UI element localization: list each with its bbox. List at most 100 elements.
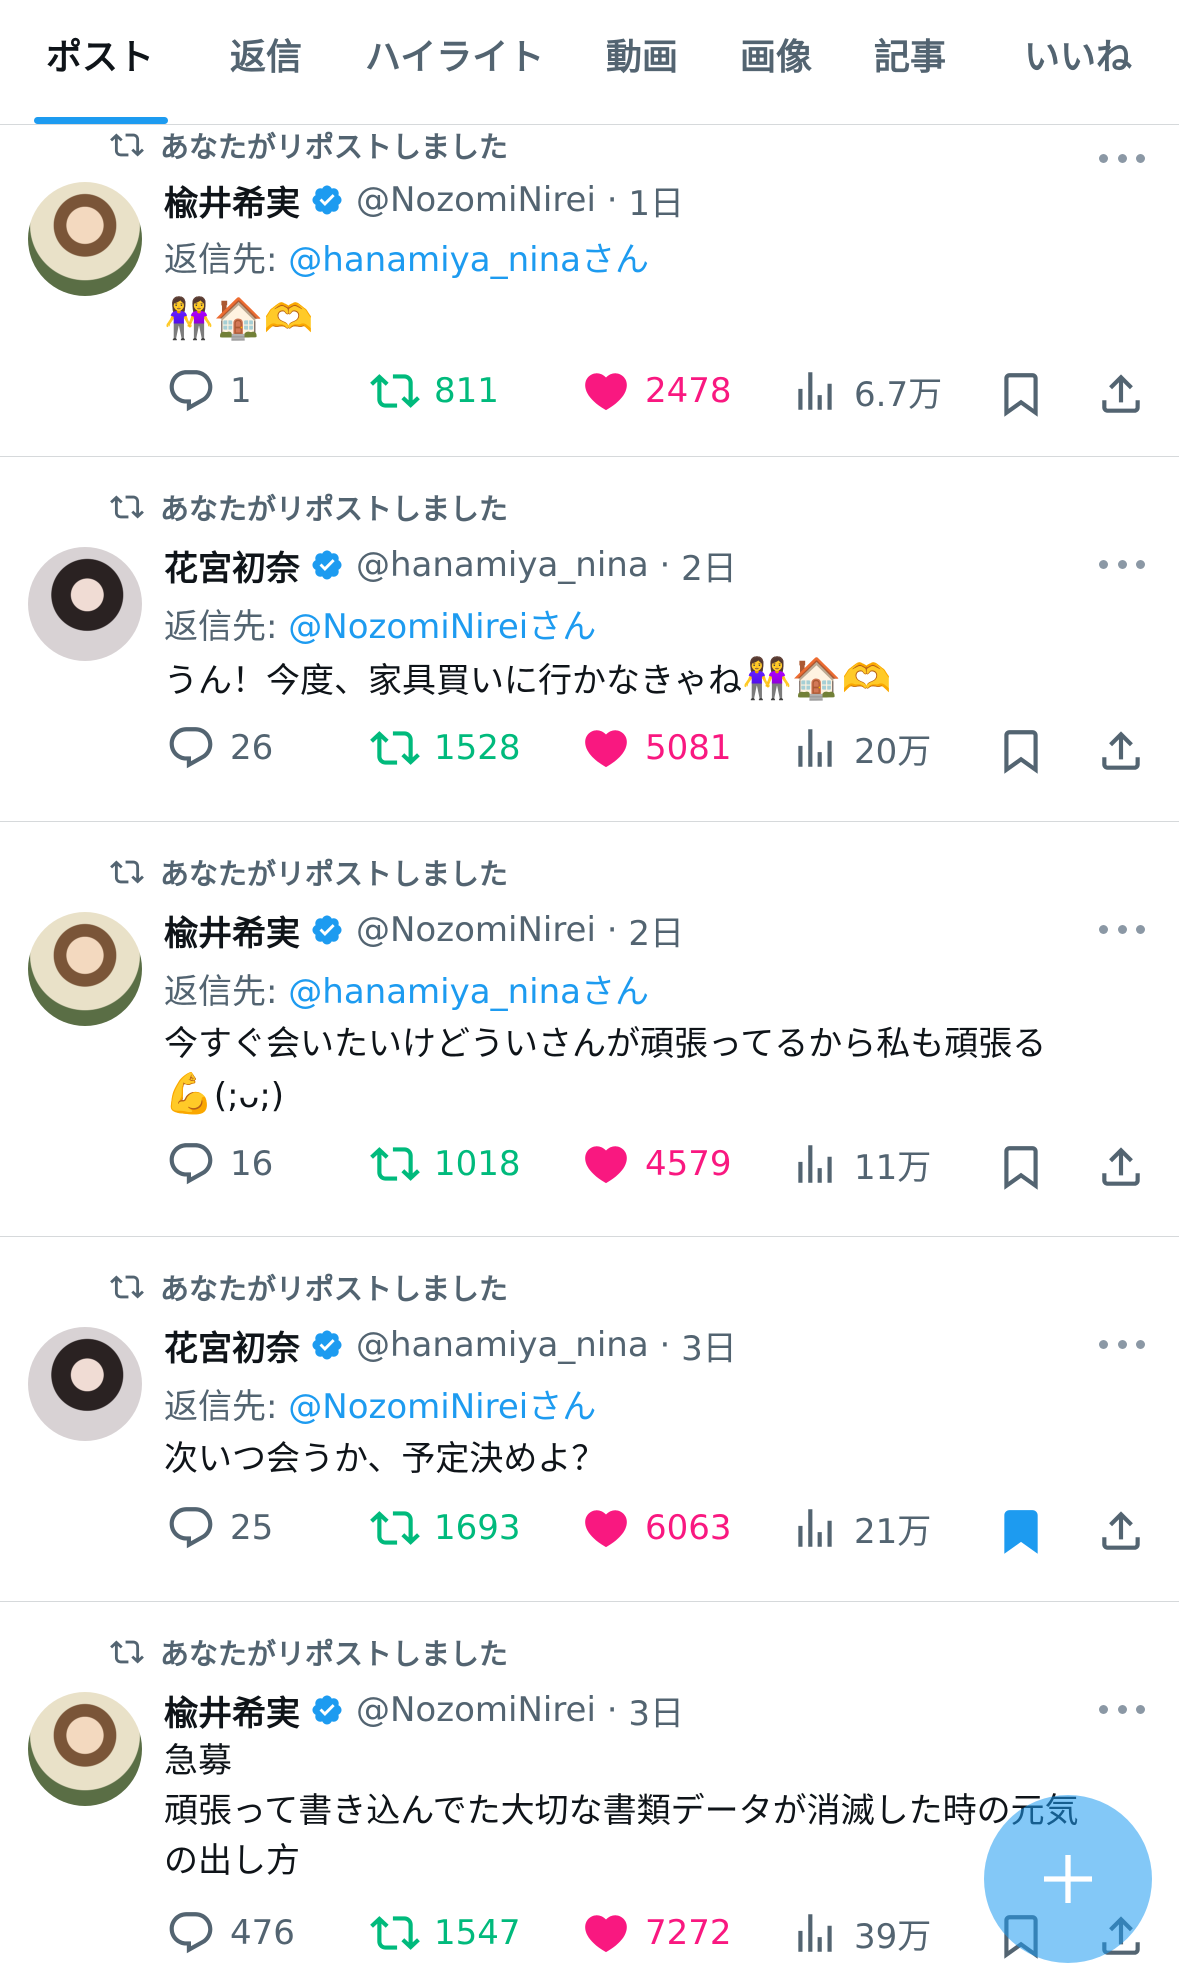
tab-posts[interactable]: ポスト [46,28,154,80]
more-options-icon[interactable] [1099,925,1145,937]
tab-replies[interactable]: 返信 [230,28,302,80]
repost-icon [370,731,420,765]
bookmark-filled-icon[interactable] [996,1506,1046,1556]
share-icon[interactable] [1096,1506,1146,1556]
reply-to-handle[interactable]: @hanamiya_nina [288,972,581,1012]
post-text-line-1: 急募 [164,1741,232,1781]
post-time[interactable]: 3日 [681,1321,737,1370]
avatar[interactable] [28,182,142,296]
more-options-icon[interactable] [1099,1705,1145,1717]
post-text-main: うん！今度、家具買いに行かなきゃね [164,661,742,701]
handle[interactable]: @hanamiya_nina [356,1325,649,1365]
post-time[interactable]: 2日 [628,906,684,955]
post[interactable]: あなたがリポストしました 花宮初奈 @hanamiya_nina · 3日 返信… [0,1237,1179,1602]
tab-likes[interactable]: いいね [1024,28,1132,80]
reply-to-line: 返信先: @hanamiya_ninaさん [164,232,649,281]
like-button[interactable]: 5081 [581,723,732,773]
views-button[interactable]: 20万 [790,723,931,773]
view-count: 6.7万 [854,374,943,415]
views-button[interactable]: 6.7万 [790,366,942,416]
like-button[interactable]: 4579 [581,1139,732,1189]
more-options-icon[interactable] [1099,560,1145,572]
verified-badge-icon [312,1330,342,1360]
repost-icon [110,133,144,157]
repost-button[interactable]: 1018 [370,1139,521,1189]
tab-articles[interactable]: 記事 [874,28,946,80]
repost-button[interactable]: 1693 [370,1503,521,1553]
like-button[interactable]: 6063 [581,1503,732,1553]
reply-button[interactable]: 26 [166,723,273,773]
display-name[interactable]: 楡井希実 [164,906,300,955]
reply-to-handle[interactable]: @NozomiNirei [288,607,528,647]
post-header: 花宮初奈 @hanamiya_nina · 2日 [164,541,737,590]
verified-badge-icon [312,185,342,215]
views-button[interactable]: 39万 [790,1908,931,1958]
repost-indicator: あなたがリポストしました [110,487,508,527]
display-name[interactable]: 花宮初奈 [164,1321,300,1370]
bookmark-icon[interactable] [996,726,1046,776]
tab-images[interactable]: 画像 [740,28,812,80]
share-icon[interactable] [1096,726,1146,776]
views-chart-icon [798,729,832,767]
views-chart-icon [798,372,832,410]
views-button[interactable]: 21万 [790,1503,931,1553]
post-time[interactable]: 1日 [628,176,684,225]
like-count: 2478 [645,371,732,411]
reply-button[interactable]: 16 [166,1139,273,1189]
handle[interactable]: @hanamiya_nina [356,545,649,585]
tab-videos[interactable]: 動画 [606,28,678,80]
post-text: 次いつ会うか、予定決めよ？ [164,1434,1154,1484]
reply-button[interactable]: 476 [166,1908,295,1958]
handle[interactable]: @NozomiNirei [356,180,596,220]
reply-icon [169,1507,213,1549]
views-button[interactable]: 11万 [790,1139,931,1189]
display-name[interactable]: 楡井希実 [164,1686,300,1735]
reply-count: 476 [230,1913,295,1953]
reply-prefix: 返信先: [164,607,278,647]
reply-suffix: さん [528,1387,597,1427]
handle[interactable]: @NozomiNirei [356,910,596,950]
avatar[interactable] [28,1327,142,1441]
reply-to-handle[interactable]: @NozomiNirei [288,1387,528,1427]
reply-prefix: 返信先: [164,972,278,1012]
reply-icon [169,1912,213,1954]
reply-icon [169,370,213,412]
reply-count: 1 [230,371,252,411]
more-options-icon[interactable] [1099,154,1145,166]
view-count: 21万 [854,1511,932,1552]
post-header: 楡井希実 @NozomiNirei · 2日 [164,906,684,955]
post-time[interactable]: 3日 [628,1686,684,1735]
like-button[interactable]: 7272 [581,1908,732,1958]
display-name[interactable]: 楡井希実 [164,176,300,225]
more-options-icon[interactable] [1099,1340,1145,1352]
heart-icon [585,730,627,768]
reply-to-handle[interactable]: @hanamiya_nina [288,240,581,280]
compose-button[interactable] [984,1795,1152,1963]
repost-button[interactable]: 1547 [370,1908,521,1958]
display-name[interactable]: 花宮初奈 [164,541,300,590]
post-text-line-1: 今すぐ会いたいけどういさんが頑張ってるから私も頑張る [164,1024,1047,1064]
bookmark-icon[interactable] [996,1142,1046,1192]
handle[interactable]: @NozomiNirei [356,1690,596,1730]
reply-button[interactable]: 25 [166,1503,273,1553]
repost-button[interactable]: 811 [370,366,499,416]
reply-icon [169,1143,213,1185]
repost-indicator: あなたがリポストしました [110,125,508,165]
repost-icon [110,1275,144,1299]
like-button[interactable]: 2478 [581,366,732,416]
post-time[interactable]: 2日 [681,541,737,590]
bookmark-icon[interactable] [996,369,1046,419]
tab-highlights[interactable]: ハイライト [365,28,544,80]
avatar[interactable] [28,912,142,1026]
avatar[interactable] [28,1692,142,1806]
reply-button[interactable]: 1 [166,366,252,416]
reply-count: 26 [230,728,274,768]
post[interactable]: あなたがリポストしました 花宮初奈 @hanamiya_nina · 2日 返信… [0,457,1179,822]
action-bar: 25 1693 6063 21万 [0,1503,1179,1559]
post[interactable]: あなたがリポストしました 楡井希実 @NozomiNirei · 2日 返信先:… [0,822,1179,1237]
avatar[interactable] [28,547,142,661]
repost-button[interactable]: 1528 [370,723,521,773]
share-icon[interactable] [1096,369,1146,419]
share-icon[interactable] [1096,1142,1146,1192]
separator-dot: · [648,1325,682,1365]
